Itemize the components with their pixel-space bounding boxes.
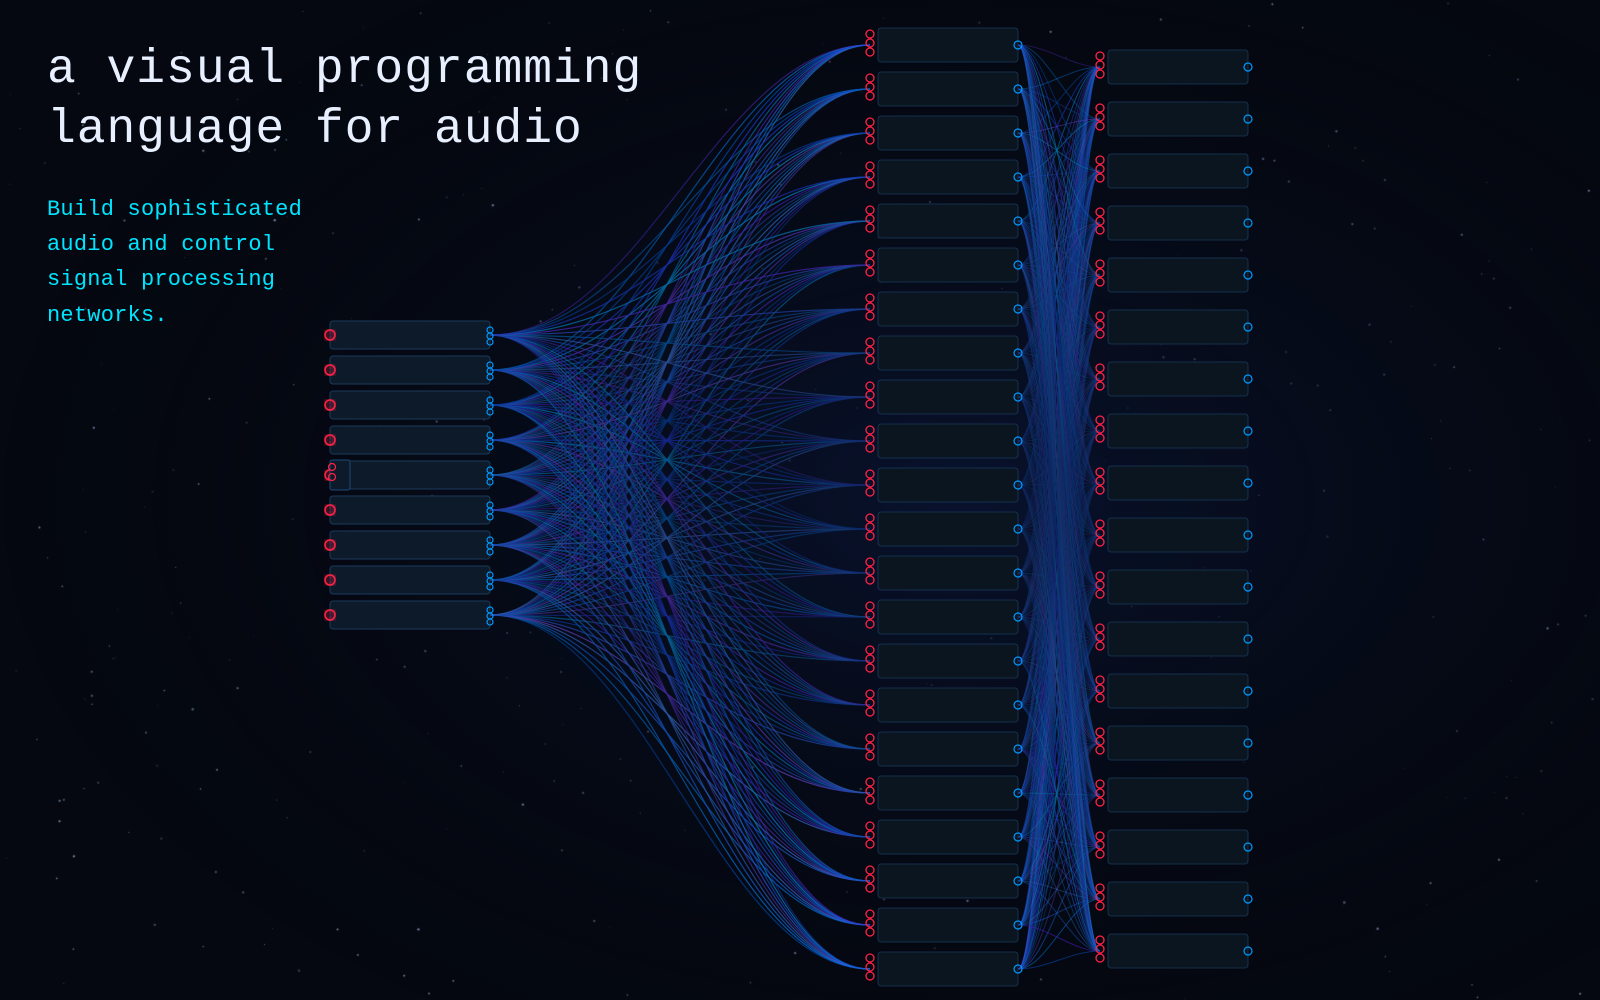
subtitle-line1: Build sophisticated [47, 197, 302, 222]
text-overlay: a visual programming language for audio … [47, 40, 642, 333]
subtitle: Build sophisticated audio and control si… [47, 192, 642, 333]
headline-line2: language for audio [47, 103, 583, 157]
subtitle-line3: signal processing [47, 267, 275, 292]
headline-line1: a visual programming [47, 43, 642, 97]
subtitle-line4: networks. [47, 303, 168, 328]
headline: a visual programming language for audio [47, 40, 642, 160]
subtitle-line2: audio and control [47, 232, 275, 257]
